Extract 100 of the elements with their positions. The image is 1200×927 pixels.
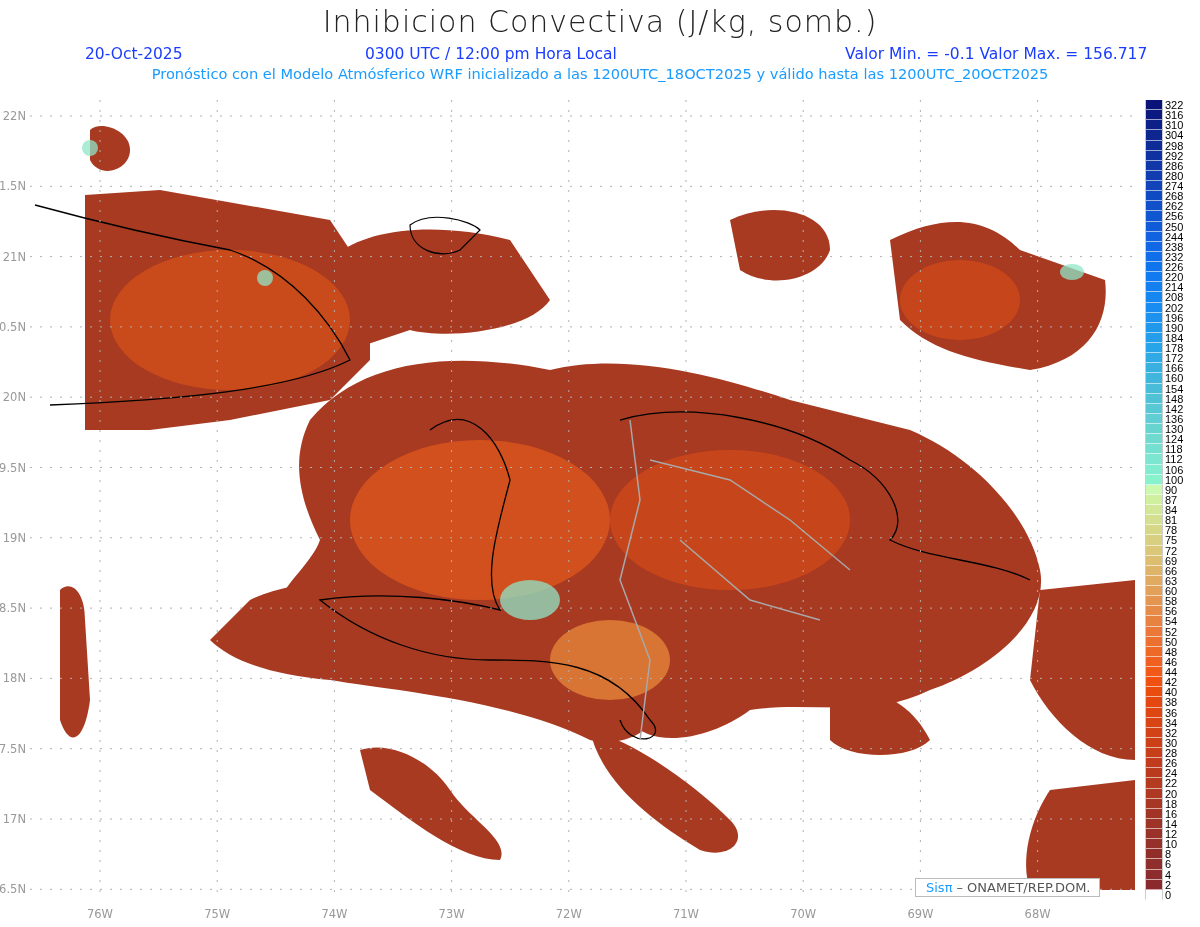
longitude-label: 71W <box>673 907 699 921</box>
colorbar-label: 196 <box>1164 312 1184 323</box>
colorbar-label: 262 <box>1164 201 1184 212</box>
colorbar-label: 298 <box>1164 140 1184 151</box>
colorbar-label: 18 <box>1164 798 1178 809</box>
colorbar-label: 56 <box>1164 606 1178 617</box>
longitude-label: 73W <box>438 907 465 921</box>
colorbar-label: 26 <box>1164 758 1178 769</box>
credit-label: – ONAMET/REP.DOM. <box>956 880 1091 895</box>
latitude-label: 21N <box>2 249 26 264</box>
chart-title: Inhibicion Convectiva (J/kg, somb.) <box>322 4 878 39</box>
latitude-label: 17N <box>2 812 26 826</box>
colorbar-label: 75 <box>1164 535 1178 546</box>
colorbar-label: 166 <box>1164 363 1184 374</box>
colorbar-label: 34 <box>1164 717 1178 728</box>
colorbar-label: 12 <box>1164 829 1178 840</box>
latitude-label: 19N <box>2 530 26 545</box>
colorbar-label: 16 <box>1164 808 1178 819</box>
colorbar-label: 190 <box>1164 322 1184 333</box>
colorbar-label: 322 <box>1164 100 1184 111</box>
colorbar-label: 130 <box>1164 424 1184 435</box>
longitude-label: 75W <box>204 907 231 921</box>
colorbar-label: 202 <box>1164 302 1184 313</box>
colorbar-label: 220 <box>1164 272 1184 283</box>
colorbar-label: 54 <box>1164 616 1178 627</box>
colorbar-label: 136 <box>1164 413 1184 424</box>
colorbar-label: 154 <box>1164 383 1184 394</box>
colorbar-label: 280 <box>1164 170 1184 181</box>
colorbar-label: 268 <box>1164 191 1184 202</box>
colorbar-label: 81 <box>1164 515 1178 526</box>
colorbar-label: 112 <box>1164 454 1183 465</box>
colorbar-label: 48 <box>1164 646 1178 657</box>
colorbar-label: 63 <box>1164 575 1178 586</box>
colorbar-label: 100 <box>1164 474 1184 485</box>
colorbar-label: 0 <box>1164 889 1172 900</box>
latitude-label: 7.5N <box>0 741 26 756</box>
colorbar-label: 14 <box>1164 818 1178 829</box>
longitude-label: 74W <box>321 907 348 921</box>
colorbar-label: 69 <box>1164 555 1178 566</box>
colorbar-label: 22 <box>1164 778 1178 789</box>
latitude-label: 0.5N <box>0 319 26 334</box>
colorbar-label: 124 <box>1164 434 1184 445</box>
colorbar-label: 316 <box>1164 110 1184 121</box>
colorbar-label: 2 <box>1164 879 1172 890</box>
colorbar-label: 208 <box>1164 292 1184 303</box>
colorbar-label: 50 <box>1164 636 1178 647</box>
latitude-label: 20N <box>2 390 26 405</box>
latitude-label: 6.5N <box>0 882 26 897</box>
colorbar-label: 60 <box>1164 586 1178 597</box>
colorbar-label: 178 <box>1164 343 1184 354</box>
colorbar-label: 106 <box>1164 464 1184 475</box>
colorbar-label: 36 <box>1164 707 1178 718</box>
colorbar-label: 292 <box>1164 150 1184 161</box>
colorbar-label: 38 <box>1164 697 1178 708</box>
colorbar-label: 20 <box>1164 788 1178 799</box>
colorbar-label: 232 <box>1164 251 1184 262</box>
colorbar-label: 52 <box>1164 626 1178 637</box>
colorbar-label: 250 <box>1164 221 1184 232</box>
colorbar-label: 24 <box>1164 768 1178 779</box>
colorbar-label: 28 <box>1164 748 1178 759</box>
colorbar-label: 238 <box>1164 241 1184 252</box>
colorbar-label: 304 <box>1164 130 1184 141</box>
colorbar-label: 87 <box>1164 494 1178 505</box>
latitude-label: 18N <box>2 671 26 686</box>
colorbar-label: 66 <box>1164 565 1178 576</box>
colorbar-label: 90 <box>1164 484 1178 495</box>
colorbar-label: 42 <box>1164 677 1178 688</box>
colorbar-label: 8 <box>1164 849 1172 860</box>
colorbar-label: 310 <box>1164 120 1184 131</box>
latitude-label: 9.5N <box>0 460 26 475</box>
longitude-label: 76W <box>87 907 113 921</box>
value-range-label: Valor Min. = -0.1 Valor Max. = 156.717 <box>844 45 1148 63</box>
colorbar-label: 40 <box>1164 687 1178 698</box>
date-label: 20-Oct-2025 <box>84 45 184 63</box>
colorbar-label: 6 <box>1164 859 1172 870</box>
colorbar-label: 148 <box>1164 393 1184 404</box>
colorbar-label: 142 <box>1164 403 1184 414</box>
colorbar-label: 4 <box>1164 869 1172 880</box>
colorbar-label: 274 <box>1164 181 1184 192</box>
colorbar-label: 118 <box>1164 444 1183 455</box>
time-label: 0300 UTC / 12:00 pm Hora Local <box>364 45 618 63</box>
colorbar-label: 84 <box>1164 505 1178 516</box>
colorbar-label: 172 <box>1164 353 1184 364</box>
longitude-label: 68W <box>1024 907 1051 921</box>
colorbar-label: 244 <box>1164 231 1184 242</box>
colorbar-label: 72 <box>1164 545 1178 556</box>
colorbar-label: 78 <box>1164 525 1178 536</box>
colorbar-label: 226 <box>1164 262 1184 273</box>
colorbar-label: 32 <box>1164 727 1178 738</box>
colorbar-label: 30 <box>1164 737 1178 748</box>
colorbar-label: 10 <box>1164 839 1178 850</box>
colorbar-label: 46 <box>1164 656 1178 667</box>
latitude-label: 22N <box>2 109 26 123</box>
colorbar-label: 256 <box>1164 211 1184 222</box>
forecast-description: Pronóstico con el Modelo Atmósferico WRF inicializado a las 1200UTC_18OCT2025 y válido hasta las 1200UTC_20OCT2025 <box>151 65 1049 82</box>
colorbar-label: 58 <box>1164 596 1178 607</box>
colorbar-label: 214 <box>1164 282 1184 293</box>
brand-label: Sisπ <box>926 880 953 895</box>
colorbar-label: 286 <box>1164 160 1184 171</box>
longitude-label: 69W <box>907 907 934 921</box>
